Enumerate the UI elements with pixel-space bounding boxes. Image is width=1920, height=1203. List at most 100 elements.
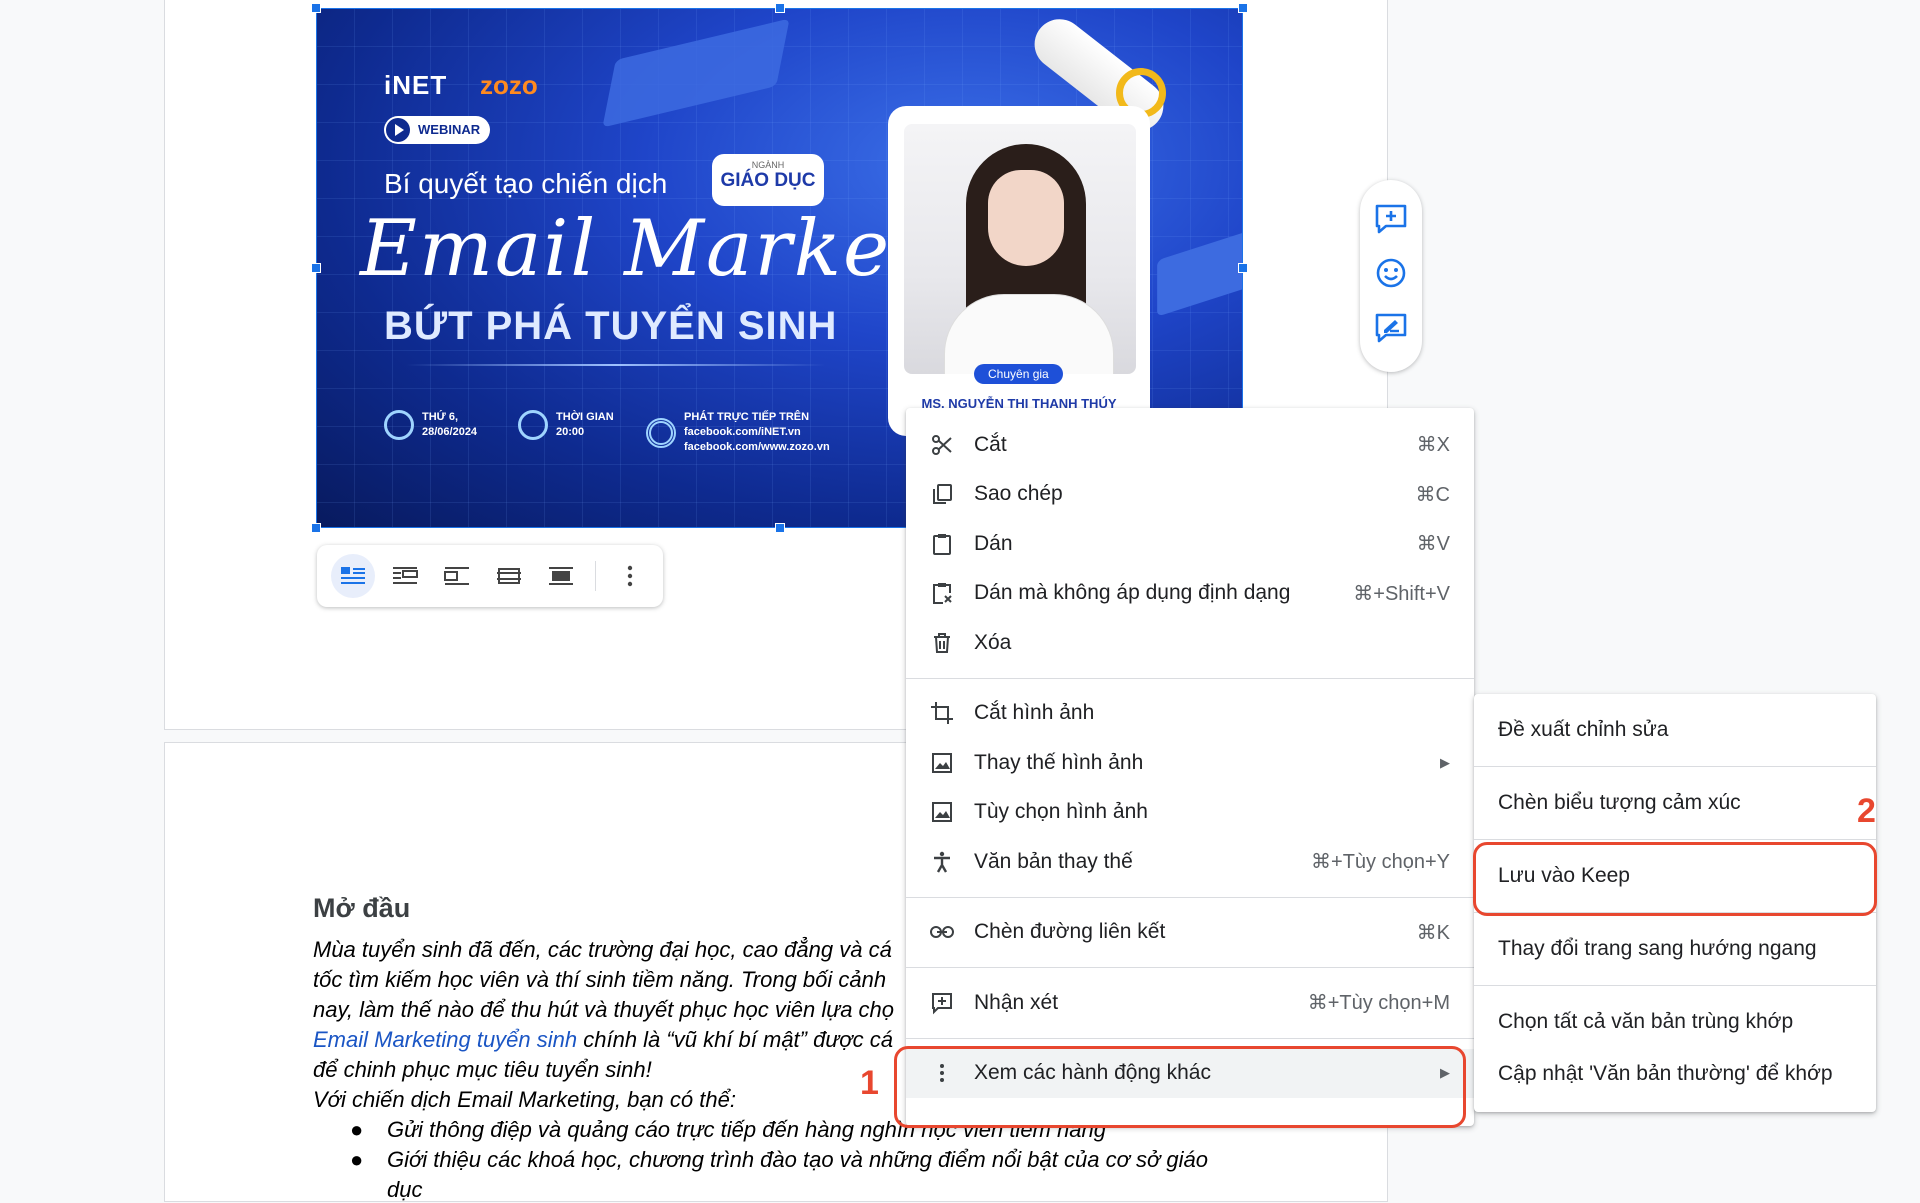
menu-divider bbox=[906, 1037, 1474, 1039]
menu-item-label: Tùy chọn hình ảnh bbox=[974, 800, 1148, 824]
resize-handle[interactable] bbox=[311, 263, 321, 273]
banner-divider bbox=[406, 364, 826, 366]
menu-item-shortcut: ⌘K bbox=[1416, 921, 1450, 944]
section-heading: Mở đầu bbox=[313, 893, 411, 923]
menu-item-more-actions[interactable]: Xem các hành động khác ▶ bbox=[906, 1048, 1474, 1098]
in-front-of-text-icon[interactable] bbox=[539, 554, 583, 598]
list-item-continuation: dục bbox=[387, 1177, 423, 1202]
time-label: THỜI GIAN bbox=[556, 411, 614, 423]
menu-item-alt-text[interactable]: Văn bản thay thế ⌘+Tùy chọn+Y bbox=[906, 837, 1474, 887]
menu-item-shortcut: ⌘V bbox=[1416, 533, 1450, 556]
step1-label: 1 bbox=[860, 1064, 879, 1102]
field-small-label: NGÀNH bbox=[751, 160, 785, 170]
context-menu: Cắt ⌘X Sao chép ⌘C Dán ⌘V Dán mà không á… bbox=[906, 408, 1474, 1126]
time-info: THỜI GIAN 20:00 bbox=[518, 410, 614, 440]
menu-divider bbox=[1474, 839, 1876, 840]
scissors-icon bbox=[928, 431, 956, 459]
wrap-text-icon[interactable] bbox=[383, 554, 427, 598]
menu-item-label: Xem các hành động khác bbox=[974, 1061, 1211, 1085]
date-value: 28/06/2024 bbox=[422, 426, 478, 438]
paragraph-line: để chinh phục mục tiêu tuyển sinh! bbox=[313, 1057, 652, 1082]
image-icon bbox=[928, 798, 956, 826]
submenu-item-save-to-keep[interactable]: Lưu vào Keep bbox=[1474, 850, 1876, 902]
menu-item-label: Nhận xét bbox=[974, 990, 1059, 1014]
play-icon bbox=[386, 118, 410, 142]
paragraph-line-rest: chính là “vũ khí bí mật” được cá bbox=[577, 1027, 893, 1052]
submenu-item-suggest-edit[interactable]: Đề xuất chỉnh sửa bbox=[1474, 704, 1876, 756]
menu-item-replace-image[interactable]: Thay thế hình ảnh ▶ bbox=[906, 738, 1474, 788]
submenu-item-update-normal-text[interactable]: Cập nhật 'Văn bản thường' để khớp bbox=[1474, 1048, 1876, 1100]
add-comment-icon[interactable] bbox=[1374, 203, 1408, 240]
add-comment-icon bbox=[928, 989, 956, 1017]
menu-item-label: Dán bbox=[974, 531, 1013, 555]
inet-logo: iNET bbox=[384, 70, 448, 100]
clock-icon bbox=[518, 410, 548, 440]
menu-item-shortcut: ⌘+Shift+V bbox=[1353, 582, 1450, 605]
calendar-icon bbox=[384, 410, 414, 440]
paragraph-line: Với chiến dịch Email Marketing, bạn có t… bbox=[313, 1087, 736, 1112]
menu-item-cut[interactable]: Cắt ⌘X bbox=[906, 420, 1474, 470]
menu-item-delete[interactable]: Xóa bbox=[906, 618, 1474, 668]
expert-photo bbox=[904, 124, 1136, 374]
paste-plain-icon bbox=[928, 579, 956, 607]
link-icon bbox=[928, 918, 956, 946]
email-marketing-link[interactable]: Email Marketing tuyển sinh bbox=[313, 1027, 577, 1052]
submenu-arrow-icon: ▶ bbox=[1440, 1065, 1450, 1081]
date-day: THỨ 6, bbox=[422, 411, 459, 423]
menu-divider bbox=[906, 896, 1474, 898]
menu-item-shortcut: ⌘X bbox=[1416, 434, 1450, 457]
menu-item-crop-image[interactable]: Cắt hình ảnh bbox=[906, 689, 1474, 739]
banner-headline: BỨT PHÁ TUYỂN SINH bbox=[384, 304, 838, 348]
image-options-toolbar bbox=[317, 545, 663, 607]
menu-item-label: Cắt bbox=[974, 432, 1007, 456]
bullet-marker: ● bbox=[350, 1117, 364, 1142]
resize-handle[interactable] bbox=[311, 523, 321, 533]
paragraph-line: nay, làm thế nào để thu hút và thuyết ph… bbox=[313, 997, 895, 1022]
more-vert-icon bbox=[928, 1059, 956, 1087]
submenu-item-landscape[interactable]: Thay đổi trang sang hướng ngang bbox=[1474, 923, 1876, 975]
menu-item-label: Sao chép bbox=[974, 482, 1063, 506]
menu-item-paste[interactable]: Dán ⌘V bbox=[906, 519, 1474, 569]
suggest-edit-icon[interactable] bbox=[1374, 312, 1408, 349]
menu-item-label: Xóa bbox=[974, 630, 1012, 654]
submenu-item-select-matching[interactable]: Chọn tất cả văn bản trùng khớp bbox=[1474, 996, 1876, 1048]
trash-icon bbox=[928, 629, 956, 657]
expert-card: Chuyên gia MS. NGUYỄN THỊ THANH THÚY bbox=[888, 106, 1150, 436]
submenu-item-insert-emoji[interactable]: Chèn biểu tượng cảm xúc bbox=[1474, 777, 1876, 829]
list-item: Giới thiệu các khoá học, chương trình đà… bbox=[387, 1147, 1208, 1172]
image-icon bbox=[928, 749, 956, 777]
more-actions-submenu: Đề xuất chỉnh sửa Chèn biểu tượng cảm xú… bbox=[1474, 694, 1876, 1112]
resize-handle[interactable] bbox=[311, 3, 321, 13]
resize-handle[interactable] bbox=[775, 523, 785, 533]
menu-item-insert-link[interactable]: Chèn đường liên kết ⌘K bbox=[906, 908, 1474, 958]
resize-handle[interactable] bbox=[775, 3, 785, 13]
menu-divider bbox=[1474, 766, 1876, 767]
live-label: PHÁT TRỰC TIẾP TRÊN bbox=[684, 411, 810, 423]
crop-icon bbox=[928, 699, 956, 727]
expert-label: Chuyên gia bbox=[974, 364, 1063, 384]
menu-item-comment[interactable]: Nhận xét ⌘+Tùy chọn+M bbox=[906, 978, 1474, 1028]
bullet-marker: ● bbox=[350, 1147, 364, 1172]
behind-text-icon[interactable] bbox=[487, 554, 531, 598]
live-url-2: facebook.com/www.zozo.vn bbox=[684, 441, 830, 453]
date-info: THỨ 6, 28/06/2024 bbox=[384, 410, 477, 440]
emoji-icon[interactable] bbox=[1375, 257, 1407, 294]
resize-handle[interactable] bbox=[1238, 263, 1248, 273]
menu-item-label: Văn bản thay thế bbox=[974, 849, 1133, 873]
resize-handle[interactable] bbox=[1238, 3, 1248, 13]
live-url-1: facebook.com/iNET.vn bbox=[684, 426, 801, 438]
menu-item-image-options[interactable]: Tùy chọn hình ảnh bbox=[906, 788, 1474, 838]
copy-icon bbox=[928, 480, 956, 508]
webinar-label: WEBINAR bbox=[418, 122, 481, 137]
field-big-label: GIÁO DỤC bbox=[720, 170, 816, 191]
more-vert-icon[interactable] bbox=[608, 554, 652, 598]
inline-icon[interactable] bbox=[331, 554, 375, 598]
accessibility-icon bbox=[928, 848, 956, 876]
menu-item-paste-plain[interactable]: Dán mà không áp dụng định dạng ⌘+Shift+V bbox=[906, 569, 1474, 619]
field-bubble: NGÀNH GIÁO DỤC bbox=[712, 154, 824, 206]
menu-item-copy[interactable]: Sao chép ⌘C bbox=[906, 470, 1474, 520]
break-text-icon[interactable] bbox=[435, 554, 479, 598]
toolbar-divider bbox=[595, 561, 596, 591]
menu-divider bbox=[1474, 912, 1876, 913]
paragraph-line: Mùa tuyển sinh đã đến, các trường đại họ… bbox=[313, 937, 892, 962]
